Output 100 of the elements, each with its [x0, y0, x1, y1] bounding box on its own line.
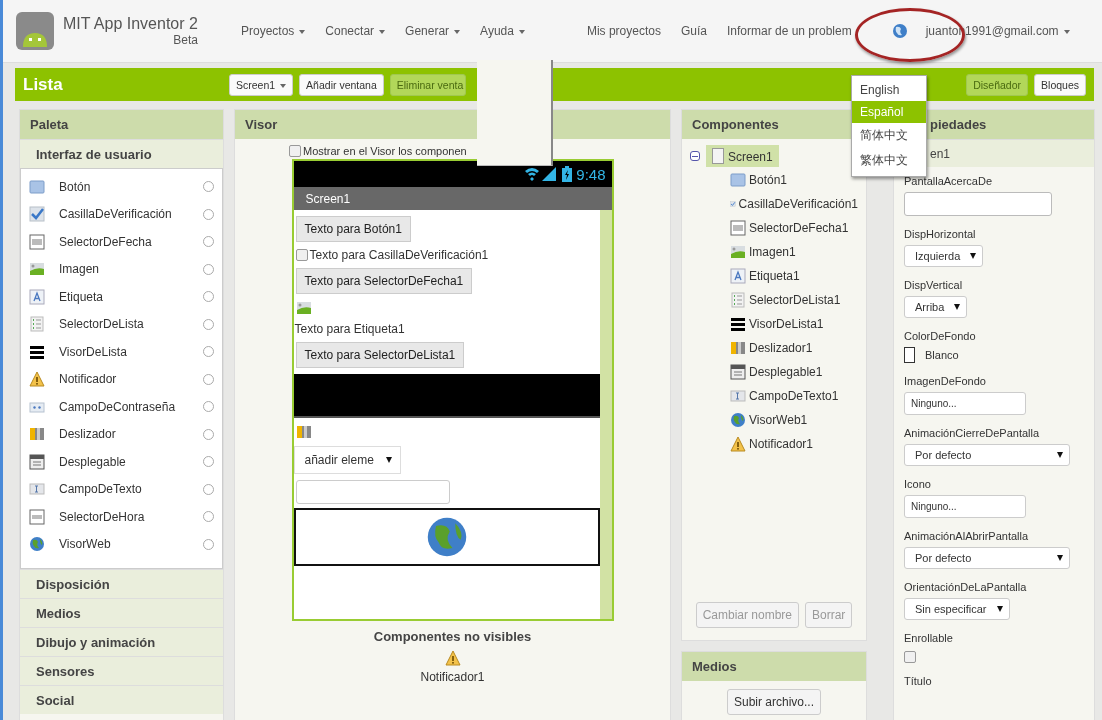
- caret-icon: [1063, 29, 1070, 34]
- panel-header: Medios: [682, 652, 866, 681]
- property-label: Enrollable: [904, 632, 953, 644]
- palette-item[interactable]: CampoDeTexto: [21, 475, 222, 503]
- section-header[interactable]: Medios: [20, 598, 223, 627]
- button-icon: [29, 178, 45, 195]
- palette-item[interactable]: Imagen: [21, 255, 222, 283]
- tree-item[interactable]: Imagen1: [730, 242, 858, 261]
- tree-item[interactable]: SelectorDeFecha1: [730, 218, 858, 237]
- collapse-icon[interactable]: [690, 151, 700, 161]
- menu-button[interactable]: Generar: [405, 24, 461, 38]
- slider-icon: [295, 424, 312, 440]
- header-link[interactable]: Informar de un problem: [726, 24, 852, 38]
- tree-item[interactable]: Desplegable1: [730, 362, 858, 381]
- checkbox-label: Mostrar en el Visor los componen: [303, 145, 467, 157]
- caret-icon: [1057, 555, 1063, 561]
- caret-icon: [996, 606, 1003, 612]
- nonvisible-label: Notificador1: [420, 670, 485, 684]
- tree-item[interactable]: SelectorDeLista1: [730, 290, 858, 309]
- color-swatch[interactable]: [904, 347, 915, 363]
- menu-button[interactable]: Ayuda: [480, 24, 525, 38]
- caret-icon: [954, 304, 961, 310]
- phone-icon: [712, 148, 724, 164]
- app-logo[interactable]: [15, 11, 55, 51]
- section-header[interactable]: Social: [20, 685, 223, 714]
- menu-button[interactable]: Conectar: [325, 24, 386, 38]
- panel-header: Paleta: [20, 110, 223, 139]
- caret-icon: [379, 29, 386, 34]
- toolbar-button[interactable]: Eliminar venta: [389, 73, 467, 96]
- palette-item[interactable]: CampoDeContraseña: [21, 393, 222, 421]
- property-label: Icono: [904, 478, 931, 490]
- checkbox[interactable]: [289, 145, 301, 157]
- palette-item[interactable]: VisorDeLista: [21, 338, 222, 366]
- menu-button[interactable]: Proyectos: [241, 24, 306, 38]
- list-icon: [730, 291, 746, 308]
- label-icon: [29, 288, 45, 305]
- tree-item[interactable]: VisorDeLista1: [730, 314, 858, 333]
- globe-icon[interactable]: [891, 23, 908, 39]
- property-dropdown[interactable]: Sin especificar: [904, 598, 1010, 620]
- tree-item[interactable]: Notificador1: [730, 434, 858, 453]
- warning-icon: [444, 650, 461, 666]
- tree-item[interactable]: CampoDeTexto1: [730, 386, 858, 405]
- palette-item[interactable]: Etiqueta: [21, 283, 222, 311]
- asset-picker[interactable]: Ninguno...: [904, 495, 1026, 518]
- caret-icon: [970, 253, 977, 259]
- caret-icon: [454, 29, 461, 34]
- checkbox[interactable]: [904, 651, 916, 663]
- header-link[interactable]: Mis proyectos: [586, 24, 661, 38]
- clock-time: 9:48: [576, 165, 606, 183]
- toolbar-button[interactable]: Añadir ventana: [299, 73, 384, 96]
- section-header[interactable]: Disposición: [20, 569, 223, 598]
- warning-icon: [29, 371, 45, 388]
- preview-button[interactable]: Texto para Botón1: [295, 216, 411, 242]
- image-icon: [295, 300, 312, 316]
- caret-icon: [385, 457, 392, 463]
- palette-item[interactable]: Deslizador: [21, 420, 222, 448]
- property-dropdown[interactable]: Arriba: [904, 296, 968, 318]
- tree-item[interactable]: Deslizador1: [730, 338, 858, 357]
- palette-item[interactable]: VisorWeb: [21, 530, 222, 558]
- palette-item[interactable]: SelectorDeHora: [21, 503, 222, 531]
- preview-button[interactable]: Texto para SelectorDeLista1: [295, 342, 465, 368]
- tree-item[interactable]: Botón1: [730, 170, 858, 189]
- preview-button[interactable]: Texto para SelectorDeFecha1: [295, 268, 473, 294]
- image-icon: [29, 261, 45, 278]
- signal-icon: [524, 166, 559, 182]
- mode-tab[interactable]: Diseñador: [966, 73, 1029, 96]
- mode-tab[interactable]: Bloques: [1034, 73, 1086, 96]
- dropdown-icon: [730, 363, 746, 380]
- property-label: Título: [904, 675, 932, 687]
- battery-icon: [562, 166, 573, 182]
- palette-item[interactable]: Notificador: [21, 365, 222, 393]
- slider-icon: [730, 339, 746, 356]
- screen-dropdown[interactable]: Screen1: [229, 73, 294, 96]
- asset-picker[interactable]: Ninguno...: [904, 392, 1026, 415]
- tree-item[interactable]: CasillaDeVerificación1: [730, 194, 858, 213]
- label-icon: [730, 267, 746, 284]
- palette-item[interactable]: SelectorDeFecha: [21, 228, 222, 256]
- tree-item[interactable]: Etiqueta1: [730, 266, 858, 285]
- property-label: ColorDeFondo: [904, 330, 976, 342]
- upload-button[interactable]: Subir archivo...: [726, 689, 821, 715]
- checkbox-label: Texto para CasillaDeVerificación1: [309, 248, 489, 262]
- list-icon: [29, 316, 45, 333]
- header-link[interactable]: Guía: [680, 24, 707, 38]
- tree-item[interactable]: Screen1: [706, 145, 779, 167]
- property-dropdown[interactable]: Por defecto: [904, 444, 1070, 466]
- section-header[interactable]: Dibujo y animación: [20, 627, 223, 656]
- property-label: OrientaciónDeLaPantalla: [904, 581, 1027, 593]
- tree-item[interactable]: VisorWeb1: [730, 410, 858, 429]
- section-header[interactable]: Sensores: [20, 656, 223, 685]
- palette-item[interactable]: Desplegable: [21, 448, 222, 476]
- palette-item[interactable]: Botón: [21, 173, 222, 201]
- nonvisible-title: Componentes no visibles: [373, 629, 532, 644]
- language-option[interactable]: English: [852, 79, 926, 101]
- palette-item[interactable]: CasillaDeVerificación: [21, 200, 222, 228]
- section-header[interactable]: Interfaz de usuario: [20, 139, 223, 168]
- caret-icon: [1057, 452, 1063, 458]
- property-dropdown[interactable]: Por defecto: [904, 547, 1070, 569]
- palette-item[interactable]: SelectorDeLista: [21, 310, 222, 338]
- text-area[interactable]: [904, 192, 1052, 216]
- property-dropdown[interactable]: Izquierda: [904, 245, 984, 267]
